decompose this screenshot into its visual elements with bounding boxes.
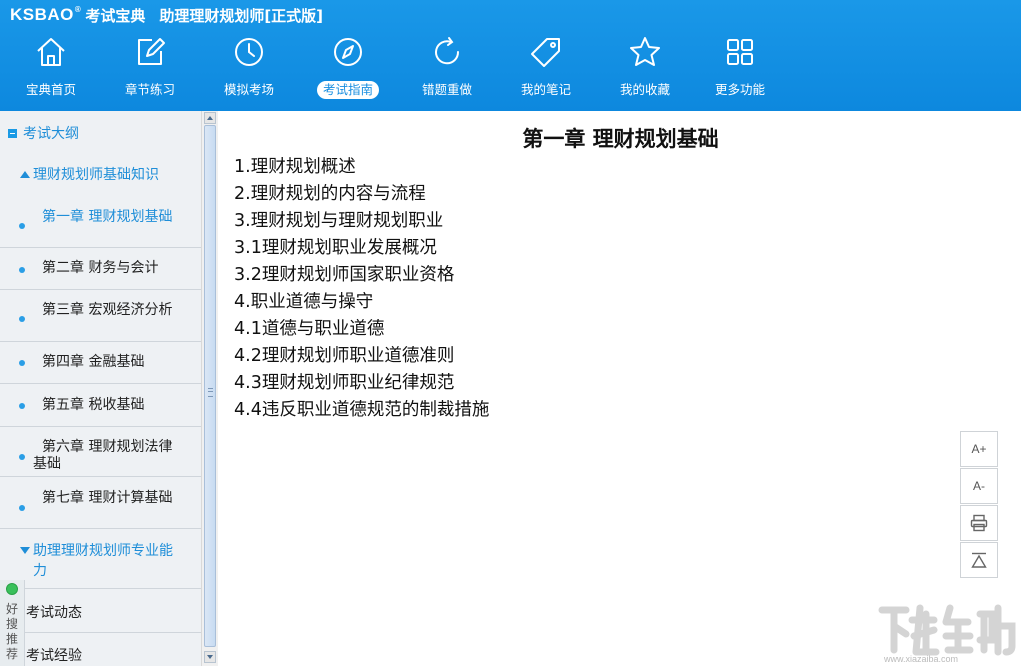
chapter-label: 第五章 税收基础 (42, 397, 145, 413)
recommend-label: 好搜推荐 (5, 602, 18, 661)
outline-root[interactable]: 考试大纲 (0, 121, 201, 145)
refresh-icon (429, 34, 465, 70)
nav-home[interactable]: 宝典首页 (5, 34, 97, 106)
outline-group-label: 理财规划师基础知识 (33, 167, 159, 183)
nav-mock-exam[interactable]: 模拟考场 (203, 34, 295, 106)
chapter-item-2[interactable]: 第二章 财务与会计 (0, 247, 201, 290)
nav-label: 宝典首页 (25, 82, 76, 97)
bullet-icon (19, 267, 25, 273)
exam-experience-label: 考试经验 (26, 648, 82, 664)
chapter-label: 第一章 理财规划基础 (42, 209, 173, 225)
collapse-icon (8, 128, 17, 138)
main-nav: 宝典首页 章节练习 模拟考场 考试指南 错题重做 我的笔记 我的收藏 更多功能 (0, 34, 800, 106)
outline-item: 4.4违反职业道德规范的制裁措施 (234, 400, 490, 420)
outline-item: 4.3理财规划师职业纪律规范 (234, 373, 455, 393)
brand-name: 考试宝典 (85, 6, 146, 25)
edit-icon (132, 34, 168, 70)
nav-label: 更多功能 (714, 82, 765, 97)
chapter-item-1[interactable]: 第一章 理财规划基础 (0, 199, 201, 247)
back-to-top-icon (971, 552, 987, 568)
triangle-down-icon (20, 547, 30, 554)
chapter-item-7[interactable]: 第七章 理财计算基础 (0, 477, 201, 529)
print-button[interactable] (960, 505, 998, 541)
font-decrease-button[interactable]: A- (960, 468, 998, 504)
compass-icon (330, 34, 366, 70)
font-increase-button[interactable]: A+ (960, 431, 998, 467)
sidebar-scrollbar[interactable] (201, 111, 218, 666)
nav-chapter-practice[interactable]: 章节练习 (104, 34, 196, 106)
content-pane: 第一章 理财规划基础 1.理财规划概述 2.理财规划的内容与流程 3.理财规划与… (218, 111, 1021, 666)
outline-item: 3.理财规划与理财规划职业 (234, 211, 444, 231)
exam-news-label: 考试动态 (26, 605, 82, 621)
outline-item: 3.2理财规划师国家职业资格 (234, 265, 455, 285)
nav-my-favorites[interactable]: 我的收藏 (599, 34, 691, 106)
watermark-logo (878, 604, 1016, 656)
chapter-label: 第六章 理财规划法律基础 (33, 439, 173, 472)
home-icon (33, 34, 69, 70)
nav-label: 错题重做 (421, 82, 472, 97)
outline-item: 4.2理财规划师职业道德准则 (234, 346, 455, 366)
clock-icon (231, 34, 267, 70)
nav-label: 我的收藏 (619, 82, 670, 97)
recommend-dot-icon (6, 583, 18, 595)
watermark-url: www.xiazaiba.com (884, 654, 959, 664)
outline-item: 2.理财规划的内容与流程 (234, 184, 426, 204)
bullet-icon (19, 403, 25, 409)
outline-group-professional-ability[interactable]: 助理理财规划师专业能力 (0, 541, 201, 581)
outline-root-label: 考试大纲 (23, 126, 79, 142)
brand-logo: KSBAO® (10, 5, 82, 24)
sidebar: 考试大纲 理财规划师基础知识 第一章 理财规划基础 第二章 财务与会计 第三章 … (0, 111, 202, 666)
chapter-outline: 1.理财规划概述 2.理财规划的内容与流程 3.理财规划与理财规划职业 3.1理… (234, 154, 489, 424)
exam-experience-item[interactable]: 考试经验 (0, 633, 201, 666)
nav-wrong-redo[interactable]: 错题重做 (401, 34, 493, 106)
grip-icon (208, 388, 213, 397)
chapter-label: 第三章 宏观经济分析 (42, 302, 173, 318)
nav-my-notes[interactable]: 我的笔记 (500, 34, 592, 106)
nav-more-functions[interactable]: 更多功能 (694, 34, 786, 106)
nav-label: 模拟考场 (223, 82, 274, 97)
chapter-item-4[interactable]: 第四章 金融基础 (0, 342, 201, 384)
star-icon (627, 34, 663, 70)
nav-label: 我的笔记 (520, 82, 571, 97)
chapter-item-3[interactable]: 第三章 宏观经济分析 (0, 290, 201, 342)
outline-item: 3.1理财规划职业发展概况 (234, 238, 437, 258)
back-to-top-button[interactable] (960, 542, 998, 578)
nav-exam-guide[interactable]: 考试指南 (302, 34, 394, 106)
outline-item: 4.职业道德与操守 (234, 292, 374, 312)
app-title: 助理理财规划师[正式版] (159, 6, 324, 25)
nav-label: 章节练习 (124, 82, 175, 97)
outline-item: 4.1道德与职业道德 (234, 319, 385, 339)
brand: KSBAO® 考试宝典 助理理财规划师[正式版] (10, 4, 323, 26)
chapter-label: 第二章 财务与会计 (42, 260, 159, 276)
exam-news-item[interactable]: 考试动态 (0, 588, 201, 633)
tag-icon (528, 34, 564, 70)
chapter-item-5[interactable]: 第五章 税收基础 (0, 384, 201, 427)
bullet-icon (19, 223, 25, 229)
bullet-icon (19, 360, 25, 366)
nav-label: 考试指南 (316, 81, 379, 99)
bullet-icon (19, 505, 25, 511)
top-bar: KSBAO® 考试宝典 助理理财规划师[正式版] 宝典首页 章节练习 模拟考场 (0, 0, 1021, 111)
outline-group-basic-knowledge[interactable]: 理财规划师基础知识 (0, 165, 201, 187)
triangle-up-icon (20, 171, 30, 178)
outline-group-label: 助理理财规划师专业能力 (33, 543, 173, 579)
scroll-down-icon[interactable] (204, 651, 216, 663)
bullet-icon (19, 316, 25, 322)
recommend-tab[interactable]: 好搜推荐 (0, 580, 25, 666)
chapter-item-6[interactable]: 第六章 理财规划法律基础 (0, 427, 201, 477)
chapter-label: 第四章 金融基础 (42, 354, 145, 370)
print-icon (970, 514, 988, 532)
chapter-label: 第七章 理财计算基础 (42, 490, 173, 506)
bullet-icon (19, 454, 25, 460)
outline-item: 1.理财规划概述 (234, 157, 356, 177)
scrollbar-thumb[interactable] (204, 125, 216, 647)
scroll-up-icon[interactable] (204, 112, 216, 124)
page-title: 第一章 理财规划基础 (522, 127, 719, 151)
reader-toolbar: A+ A- (960, 431, 998, 579)
grid-icon (722, 34, 758, 70)
